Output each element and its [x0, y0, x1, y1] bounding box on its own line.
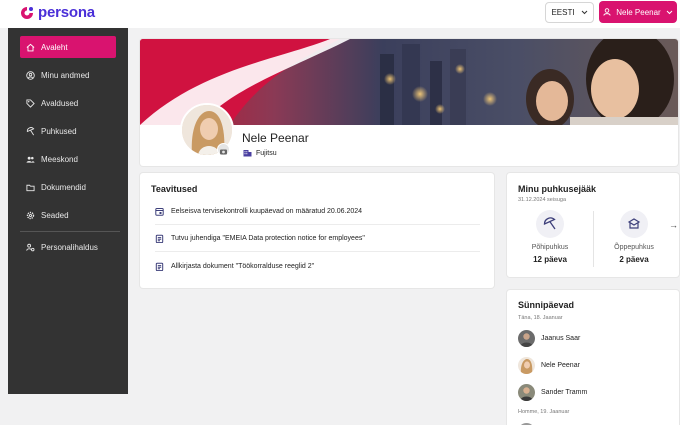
tag-icon	[26, 98, 35, 108]
chevron-down-icon	[581, 10, 587, 15]
sidebar-item-meeskond[interactable]: Meeskond	[20, 148, 116, 170]
notifications-card: Teavitused Eelseisva tervisekontrolli ku…	[140, 173, 494, 288]
notification-text: Tutvu juhendiga "EMEIA Data protection n…	[171, 235, 365, 242]
vacation-type-label: Põhipuhkus	[531, 244, 569, 251]
clipboard-icon	[155, 234, 164, 243]
sidebar-item-label: Avaldused	[41, 98, 79, 108]
sidebar-item-label: Minu andmed	[41, 70, 90, 80]
profile-company: Fujitsu	[243, 149, 277, 157]
beach-umbrella-icon	[26, 126, 35, 135]
birthday-person-name: Jaanus Saar	[541, 334, 581, 342]
sidebar-item-puhkused[interactable]: Puhkused	[20, 120, 116, 142]
calendar-icon	[155, 208, 164, 216]
sidebar-item-personalihaldus[interactable]: Personalihaldus	[20, 236, 116, 258]
chevron-down-icon	[666, 10, 673, 14]
birthdays-title: Sünnipäevad	[518, 300, 575, 310]
birthdays-card: Sünnipäevad Täna, 18. Jaanuar Jaanus Saa…	[507, 290, 679, 425]
logo-mark-icon	[21, 6, 33, 19]
change-photo-button[interactable]	[217, 143, 230, 156]
birthday-person[interactable]: Sander Tramm	[518, 382, 668, 402]
arrow-right-icon[interactable]: →	[669, 220, 678, 230]
notification-text: Eelseisva tervisekontrolli kuupäevad on …	[171, 208, 363, 215]
team-icon	[26, 156, 35, 163]
study-icon	[627, 218, 641, 229]
notification-item[interactable]: Allkirjasta dokument "Töökorralduse reeg…	[155, 253, 480, 279]
vacation-divider	[593, 211, 594, 267]
sidebar-item-label: Dokumendid	[41, 182, 86, 192]
logo-text: persona	[38, 4, 95, 21]
vacation-type-label: Õppepuhkus	[614, 244, 654, 251]
sidebar-item-label: Meeskond	[41, 154, 78, 164]
company-name: Fujitsu	[256, 149, 277, 157]
sidebar-item-label: Puhkused	[41, 126, 77, 136]
gear-icon	[26, 211, 35, 219]
avatar	[518, 329, 535, 347]
camera-icon	[220, 149, 227, 155]
page-background	[0, 394, 500, 425]
sidebar: Avaleht Minu andmed Avaldused Puhkused M…	[8, 28, 128, 394]
home-icon	[26, 43, 35, 51]
notifications-title: Teavitused	[151, 184, 198, 194]
user-menu-button[interactable]: Nele Peenar	[599, 1, 677, 23]
sidebar-item-label: Avaleht	[41, 42, 68, 52]
birthday-date: Homme, 19. Jaanuar	[518, 409, 570, 415]
clipboard-icon	[155, 262, 164, 271]
vacation-title: Minu puhkusejääk	[518, 184, 597, 194]
language-label: EESTI	[551, 8, 575, 17]
birthday-person-name: Sander Tramm	[541, 388, 588, 396]
notification-item[interactable]: Eelseisva tervisekontrolli kuupäevad on …	[155, 199, 480, 225]
birthday-person[interactable]: Nele Peenar	[518, 355, 668, 375]
sidebar-item-avaleht[interactable]: Avaleht	[20, 36, 116, 58]
persona-logo[interactable]: persona	[20, 4, 95, 21]
avatar	[518, 356, 535, 374]
birthday-person-name: Nele Peenar	[541, 361, 580, 369]
beach-umbrella-icon	[543, 217, 556, 230]
vacation-type-value: 2 päeva	[619, 255, 649, 264]
sidebar-divider	[20, 231, 120, 232]
vacation-type-main[interactable]: Põhipuhkus 12 päeva	[519, 210, 581, 270]
sidebar-item-dokumendid[interactable]: Dokumendid	[20, 176, 116, 198]
user-name: Nele Peenar	[616, 7, 661, 17]
sidebar-item-avaldused[interactable]: Avaldused	[20, 92, 116, 114]
building-icon	[243, 150, 252, 157]
user-circle-icon	[26, 70, 35, 80]
sidebar-item-label: Seaded	[41, 210, 69, 220]
vacation-type-value: 12 päeva	[533, 255, 567, 264]
vacation-as-of: 31.12.2024 seisuga	[518, 197, 567, 203]
profile-card: Nele Peenar Fujitsu	[140, 39, 678, 166]
top-bar: persona EESTI Nele Peenar	[0, 0, 680, 28]
sidebar-item-label: Personalihaldus	[41, 242, 98, 252]
sidebar-item-minu-andmed[interactable]: Minu andmed	[20, 64, 116, 86]
language-select[interactable]: EESTI	[545, 2, 594, 23]
people-settings-icon	[26, 243, 35, 251]
vacation-type-study[interactable]: Õppepuhkus 2 päeva	[603, 210, 665, 270]
user-icon	[603, 8, 611, 16]
avatar	[518, 383, 535, 401]
profile-name: Nele Peenar	[242, 131, 309, 145]
vacation-balance-card: Minu puhkusejääk 31.12.2024 seisuga Põhi…	[507, 173, 679, 277]
folder-icon	[26, 184, 35, 191]
notification-item[interactable]: Tutvu juhendiga "EMEIA Data protection n…	[155, 226, 480, 252]
sidebar-item-seaded[interactable]: Seaded	[20, 204, 116, 226]
birthday-date: Täna, 18. Jaanuar	[518, 315, 563, 321]
birthday-person[interactable]: Jaanus Saar	[518, 328, 668, 348]
notification-text: Allkirjasta dokument "Töökorralduse reeg…	[171, 262, 315, 270]
